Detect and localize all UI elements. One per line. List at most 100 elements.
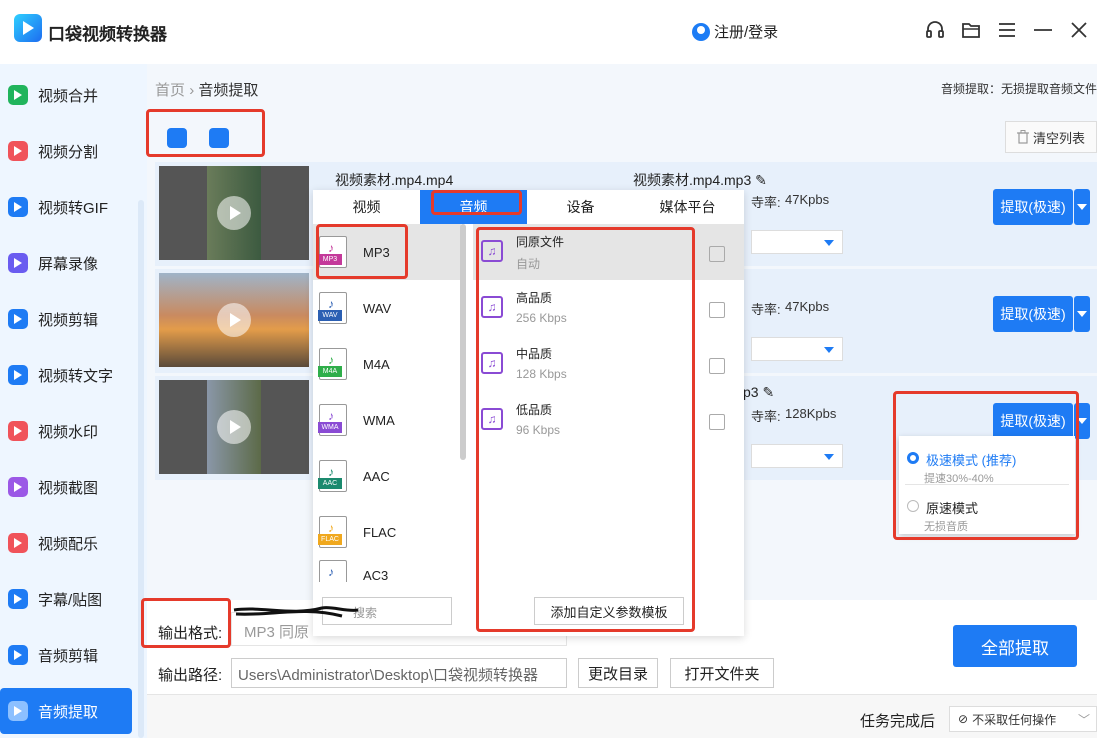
video-gif-icon bbox=[8, 197, 28, 217]
pen-scribble-annotation bbox=[233, 606, 359, 618]
minimize-icon[interactable] bbox=[1032, 18, 1054, 42]
video-edit-icon bbox=[8, 309, 28, 329]
subtitle-icon bbox=[8, 589, 28, 609]
video-thumbnail[interactable] bbox=[159, 380, 309, 474]
headset-icon[interactable] bbox=[924, 18, 946, 42]
video-text-icon bbox=[8, 365, 28, 385]
sidebar: 视频合并 视频分割 视频转GIF 屏幕录像 视频剪辑 视频转文字 视频水印 视频… bbox=[0, 64, 147, 738]
extract-button[interactable]: 提取(极速) bbox=[993, 296, 1073, 332]
watermark-icon bbox=[8, 421, 28, 441]
format-item-wma[interactable]: ♪ WMA WMA bbox=[313, 392, 461, 448]
wav-file-icon: ♪ WAV bbox=[318, 292, 347, 324]
format-item-wav[interactable]: ♪ WAV WAV bbox=[313, 280, 461, 336]
annotation-box bbox=[316, 224, 408, 279]
screen-record-icon bbox=[8, 253, 28, 273]
annotation-box bbox=[893, 391, 1079, 540]
no-action-icon: ⊘ bbox=[958, 712, 969, 726]
breadcrumb-home[interactable]: 首页 bbox=[155, 82, 185, 99]
video-thumbnail[interactable] bbox=[159, 166, 309, 260]
edit-quality-icon[interactable] bbox=[709, 246, 725, 262]
sidebar-item-audio-edit[interactable]: 音频剪辑 bbox=[0, 632, 132, 678]
tab-media-platform[interactable]: 媒体平台 bbox=[634, 190, 741, 224]
aac-file-icon: ♪ AAC bbox=[318, 460, 347, 492]
extract-mode-dropdown-button[interactable] bbox=[1074, 296, 1090, 332]
play-icon[interactable] bbox=[217, 410, 251, 444]
m4a-file-icon: ♪ M4A bbox=[318, 348, 347, 380]
edit-name-icon[interactable]: ✎ bbox=[755, 172, 767, 188]
breadcrumb: 首页 › 音频提取 bbox=[155, 82, 259, 99]
open-folder-button[interactable]: 打开文件夹 bbox=[670, 658, 774, 688]
edit-quality-icon[interactable] bbox=[709, 302, 725, 318]
sidebar-item-video-merge[interactable]: 视频合并 bbox=[0, 72, 132, 118]
video-music-icon bbox=[8, 533, 28, 553]
annotation-box bbox=[141, 598, 231, 648]
sidebar-item-video-to-gif[interactable]: 视频转GIF bbox=[0, 184, 132, 230]
page-description: 音频提取：无损提取音频文件 bbox=[940, 82, 1097, 96]
output-filename: 视频素材.mp4.mp3 ✎ bbox=[633, 172, 767, 188]
play-icon[interactable] bbox=[217, 303, 251, 337]
close-icon[interactable] bbox=[1068, 18, 1090, 42]
sidebar-item-video-screenshot[interactable]: 视频截图 bbox=[0, 464, 132, 510]
menu-icon[interactable] bbox=[996, 18, 1018, 42]
folder-icon[interactable] bbox=[960, 18, 982, 42]
audio-extract-icon bbox=[8, 701, 28, 721]
format-item-flac[interactable]: ♪ FLAC FLAC bbox=[313, 504, 461, 560]
sidebar-item-audio-extract[interactable]: 音频提取 bbox=[0, 688, 132, 734]
sidebar-item-video-to-text[interactable]: 视频转文字 bbox=[0, 352, 132, 398]
bitrate-value: 128Kpbs bbox=[785, 406, 837, 421]
extract-mode-dropdown-button[interactable] bbox=[1074, 189, 1090, 225]
sidebar-item-video-split[interactable]: 视频分割 bbox=[0, 128, 132, 174]
row-format-select[interactable] bbox=[751, 444, 843, 468]
sidebar-item-video-edit[interactable]: 视频剪辑 bbox=[0, 296, 132, 342]
extract-all-button[interactable]: 全部提取 bbox=[953, 625, 1077, 667]
audio-edit-icon bbox=[8, 645, 28, 665]
app-logo-icon bbox=[14, 14, 42, 42]
title-bar: 口袋视频转换器 注册/登录 bbox=[0, 0, 1097, 64]
trash-icon bbox=[1016, 130, 1029, 144]
screenshot-icon bbox=[8, 477, 28, 497]
chevron-down-icon: ﹀ bbox=[1077, 712, 1090, 727]
play-icon[interactable] bbox=[217, 196, 251, 230]
login-label: 注册/登录 bbox=[714, 24, 779, 41]
edit-name-icon[interactable]: ✎ bbox=[762, 384, 774, 400]
bitrate-value: 47Kpbs bbox=[785, 299, 830, 314]
bitrate-label: 寺率: bbox=[751, 409, 781, 424]
row-format-select[interactable] bbox=[751, 230, 843, 254]
user-icon bbox=[692, 22, 710, 41]
video-merge-icon bbox=[8, 85, 28, 105]
breadcrumb-current: 音频提取 bbox=[198, 82, 259, 99]
source-filename: 视频素材.mp4.mp4 bbox=[335, 172, 454, 188]
ac3-file-icon: ♪ bbox=[319, 560, 347, 582]
tab-device[interactable]: 设备 bbox=[527, 190, 634, 224]
video-thumbnail[interactable] bbox=[159, 273, 309, 367]
clear-list-button[interactable]: 清空列表 bbox=[1005, 121, 1097, 153]
format-item-aac[interactable]: ♪ AAC AAC bbox=[313, 448, 461, 504]
video-split-icon bbox=[8, 141, 28, 161]
row-format-select[interactable] bbox=[751, 337, 843, 361]
sidebar-item-video-music[interactable]: 视频配乐 bbox=[0, 520, 132, 566]
sidebar-item-subtitle-sticker[interactable]: 字幕/贴图 bbox=[0, 576, 132, 622]
flac-file-icon: ♪ FLAC bbox=[318, 516, 347, 548]
after-task-select[interactable]: ⊘ 不采取任何操作 ﹀ bbox=[949, 706, 1097, 732]
sidebar-scrollbar[interactable] bbox=[138, 200, 144, 738]
output-path-label: 输出路径: bbox=[158, 667, 223, 684]
after-task-label: 任务完成后 bbox=[860, 713, 936, 730]
bitrate-label: 寺率: bbox=[751, 302, 781, 317]
format-item-m4a[interactable]: ♪ M4A M4A bbox=[313, 336, 461, 392]
edit-quality-icon[interactable] bbox=[709, 358, 725, 374]
annotation-box bbox=[476, 227, 695, 632]
extract-button[interactable]: 提取(极速) bbox=[993, 189, 1073, 225]
annotation-box bbox=[431, 190, 522, 215]
format-list-scrollbar[interactable] bbox=[460, 224, 466, 460]
output-filename: p3 ✎ bbox=[743, 384, 775, 400]
sidebar-item-screen-record[interactable]: 屏幕录像 bbox=[0, 240, 132, 286]
login-link[interactable]: 注册/登录 bbox=[692, 21, 778, 42]
wma-file-icon: ♪ WMA bbox=[318, 404, 347, 436]
output-path-field[interactable]: Users\Administrator\Desktop\口袋视频转换器 bbox=[231, 658, 567, 688]
change-directory-button[interactable]: 更改目录 bbox=[578, 658, 658, 688]
annotation-box bbox=[146, 109, 265, 157]
sidebar-item-video-watermark[interactable]: 视频水印 bbox=[0, 408, 132, 454]
tab-video[interactable]: 视频 bbox=[313, 190, 420, 224]
format-item-ac3[interactable]: ♪ AC3 bbox=[313, 560, 461, 582]
edit-quality-icon[interactable] bbox=[709, 414, 725, 430]
